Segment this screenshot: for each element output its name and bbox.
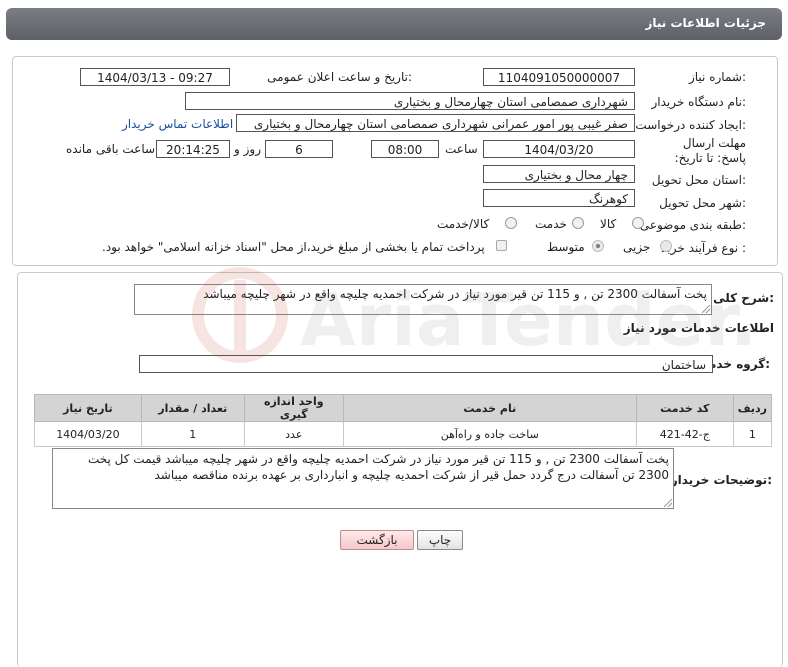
resize-handle[interactable] <box>702 305 710 313</box>
cell-code: ج-42-421 <box>635 421 734 447</box>
deadline-time-label: ساعت <box>445 142 478 156</box>
deadline-date-field: 1404/03/20 <box>483 140 635 158</box>
payment-checkbox[interactable] <box>496 240 507 251</box>
buyer-org-label: نام دستگاه خریدار: <box>651 95 747 109</box>
summary-text: پخت آسفالت 2300 تن , و 115 تن قیر مورد ن… <box>203 287 707 301</box>
cell-unit: عدد <box>243 421 344 447</box>
category-goods-service-radio[interactable] <box>505 217 517 229</box>
col-name: نام خدمت <box>342 394 637 422</box>
announce-datetime-field: 1404/03/13 - 09:27 <box>80 68 230 86</box>
category-label: طبقه بندی موضوعی: <box>639 218 746 232</box>
process-minor-radio[interactable] <box>660 240 672 252</box>
print-button[interactable]: چاپ <box>417 530 463 550</box>
services-section-title: اطلاعات خدمات مورد نیاز <box>623 321 774 335</box>
announce-datetime-label: تاریخ و ساعت اعلان عمومی: <box>267 70 412 84</box>
page-title: جزئیات اطلاعات نیاز <box>645 16 766 30</box>
process-medium-radio[interactable] <box>592 240 604 252</box>
service-group-field: ساختمان <box>139 355 713 373</box>
category-option-goods-service: کالا/خدمت <box>437 217 490 231</box>
cell-name: ساخت جاده و راه‌آهن <box>342 421 637 447</box>
buyer-org-field: شهرداری صمصامی استان چهارمحال و بختیاری <box>185 92 635 110</box>
province-field: چهار محال و بختیاری <box>483 165 635 183</box>
remaining-time-field: 20:14:25 <box>156 140 230 158</box>
table-header-row: ردیف کد خدمت نام خدمت واحد اندازه گیری ت… <box>34 394 773 422</box>
process-option-medium: متوسط <box>547 240 585 254</box>
table-row: 1 ج-42-421 ساخت جاده و راه‌آهن عدد 1 140… <box>34 421 773 447</box>
summary-textarea[interactable]: پخت آسفالت 2300 تن , و 115 تن قیر مورد ن… <box>134 284 712 315</box>
resize-handle[interactable] <box>664 499 672 507</box>
services-table: ردیف کد خدمت نام خدمت واحد اندازه گیری ت… <box>34 394 773 447</box>
col-code: کد خدمت <box>635 394 734 422</box>
city-label: شهر محل تحویل: <box>659 196 746 210</box>
need-number-label: شماره نیاز: <box>688 70 746 84</box>
category-option-goods: کالا <box>600 217 617 231</box>
remaining-label: ساعت باقی مانده <box>66 142 156 156</box>
category-goods-radio[interactable] <box>632 217 644 229</box>
buyer-notes-text: پخت آسفالت 2300 تن , و 115 تن قیر مورد ن… <box>87 452 669 482</box>
province-label: استان محل تحویل: <box>651 173 746 187</box>
requester-label: ایجاد کننده درخواست: <box>635 118 746 132</box>
days-label: روز و <box>234 142 261 156</box>
cell-date: 1404/03/20 <box>34 421 142 447</box>
category-option-service: خدمت <box>535 217 567 231</box>
buyer-notes-label: توضیحات خریدار: <box>670 473 772 487</box>
page-header: جزئیات اطلاعات نیاز <box>6 8 782 40</box>
city-field: کوهرنگ <box>483 189 635 207</box>
requester-field: صفر غیبی پور امور عمرانی شهرداری صمصامی … <box>236 114 635 132</box>
col-qty: تعداد / مقدار <box>140 394 245 422</box>
cell-qty: 1 <box>140 421 245 447</box>
col-date: تاریخ نیاز <box>34 394 142 422</box>
process-label: نوع فرآیند خرید : <box>661 241 746 255</box>
back-button[interactable]: بازگشت <box>340 530 414 550</box>
col-row: ردیف <box>732 394 773 422</box>
process-option-minor: جزیی <box>623 240 651 254</box>
need-number-field: 1104091050000007 <box>483 68 635 86</box>
category-service-radio[interactable] <box>572 217 584 229</box>
days-field: 6 <box>265 140 333 158</box>
deadline-time-field: 08:00 <box>371 140 439 158</box>
cell-row: 1 <box>732 421 773 447</box>
deadline-label: مهلت ارسال پاسخ: تا تاریخ: <box>674 136 746 165</box>
buyer-notes-textarea[interactable]: پخت آسفالت 2300 تن , و 115 تن قیر مورد ن… <box>52 448 674 509</box>
payment-note: پرداخت تمام یا بخشی از مبلغ خرید،از محل … <box>102 240 485 254</box>
col-unit: واحد اندازه گیری <box>243 394 344 422</box>
buyer-contact-link[interactable]: اطلاعات تماس خریدار <box>122 117 233 131</box>
